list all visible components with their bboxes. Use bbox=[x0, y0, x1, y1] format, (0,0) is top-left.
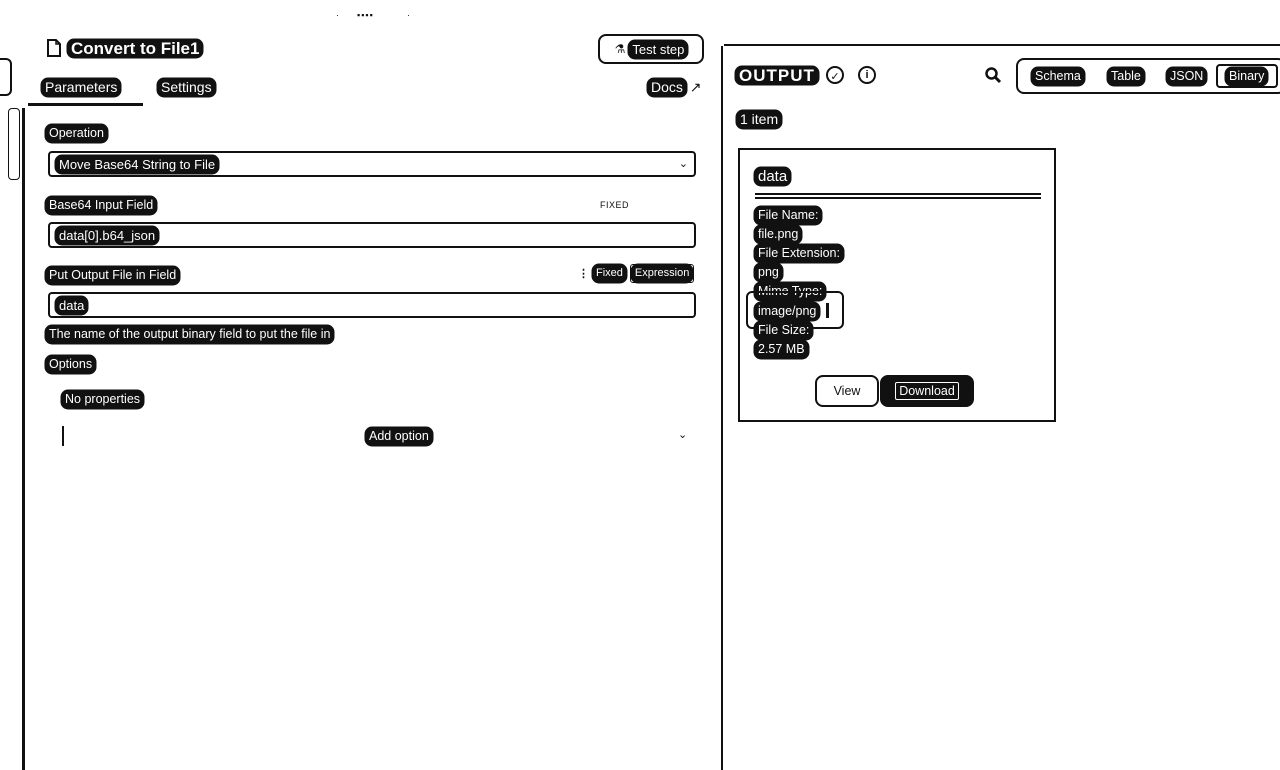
operation-select[interactable]: Move Base64 String to File ⌄ bbox=[48, 151, 696, 177]
no-properties-text: No properties bbox=[62, 391, 144, 408]
operation-value: Move Base64 String to File bbox=[56, 155, 219, 173]
docs-link[interactable]: Docs ↗ bbox=[648, 79, 702, 96]
file-size-label: File Size: bbox=[755, 322, 813, 339]
check-icon: ✓ bbox=[826, 66, 844, 84]
window-title-mark: ▪▪▪▪ bbox=[357, 10, 374, 20]
external-link-icon: ↗ bbox=[685, 79, 702, 95]
chevron-down-icon: ⌄ bbox=[678, 158, 688, 170]
mime-type-value[interactable]: image/png bbox=[755, 303, 820, 320]
operation-label: Operation bbox=[46, 125, 107, 142]
output-panel-border bbox=[724, 44, 1280, 46]
mode-toggle: ⋮ Fixed Expression bbox=[578, 264, 695, 283]
test-step-button[interactable]: ⚗ Test step bbox=[598, 34, 704, 64]
file-name-label: File Name: bbox=[755, 207, 822, 224]
fixed-mode-hint: FIXED bbox=[600, 200, 630, 210]
panel-divider bbox=[721, 46, 723, 770]
binary-property-name: data bbox=[755, 168, 791, 185]
output-field-hint: The name of the output binary field to p… bbox=[46, 326, 334, 343]
window-dot-left: · bbox=[336, 10, 340, 20]
item-count: 1 item bbox=[737, 111, 782, 128]
active-tab-underline bbox=[28, 103, 143, 106]
drag-handle-icon[interactable]: ⋮ bbox=[578, 267, 589, 280]
file-name-value: file.png bbox=[755, 226, 802, 243]
file-size-value: 2.57 MB bbox=[755, 341, 808, 358]
card-divider bbox=[755, 193, 1041, 199]
download-button[interactable]: Download bbox=[880, 375, 974, 407]
base64-field-label: Base64 Input Field bbox=[46, 197, 157, 214]
left-scrollbar[interactable] bbox=[8, 108, 20, 180]
output-field-input[interactable]: data bbox=[48, 292, 696, 318]
view-button[interactable]: View bbox=[815, 375, 879, 407]
tab-parameters[interactable]: Parameters bbox=[42, 79, 121, 96]
view-tab-json[interactable]: JSON bbox=[1167, 68, 1207, 85]
test-step-label: Test step bbox=[629, 40, 688, 58]
base64-input[interactable]: data[0].b64_json bbox=[48, 222, 696, 248]
expression-mode-button[interactable]: Expression bbox=[629, 264, 695, 283]
info-icon[interactable]: i bbox=[858, 66, 876, 84]
file-convert-icon bbox=[44, 38, 66, 60]
output-field-value: data bbox=[56, 296, 88, 314]
fixed-mode-button[interactable]: Fixed bbox=[593, 265, 626, 282]
chevron-down-icon: ⌄ bbox=[678, 429, 688, 441]
view-tab-table[interactable]: Table bbox=[1108, 68, 1144, 85]
add-option-dropdown[interactable]: Add option bbox=[366, 428, 432, 445]
node-title[interactable]: Convert to File1 bbox=[68, 39, 203, 59]
view-tab-schema[interactable]: Schema bbox=[1032, 68, 1084, 85]
output-field-label: Put Output File in Field bbox=[46, 267, 180, 284]
base64-value: data[0].b64_json bbox=[56, 226, 159, 244]
search-icon[interactable] bbox=[984, 66, 1002, 84]
file-extension-value: png bbox=[755, 264, 782, 281]
back-to-canvas-button[interactable] bbox=[0, 58, 12, 96]
view-tab-binary[interactable]: Binary bbox=[1226, 68, 1268, 85]
output-title: OUTPUT bbox=[736, 66, 818, 86]
options-label: Options bbox=[46, 356, 96, 373]
tab-settings[interactable]: Settings bbox=[158, 79, 215, 96]
add-option-border bbox=[62, 426, 64, 446]
text-cursor bbox=[826, 303, 829, 318]
file-extension-label: File Extension: bbox=[755, 245, 843, 262]
window-dot-right: · bbox=[407, 10, 411, 20]
flask-icon: ⚗ bbox=[614, 42, 626, 56]
left-panel-border bbox=[22, 108, 25, 770]
